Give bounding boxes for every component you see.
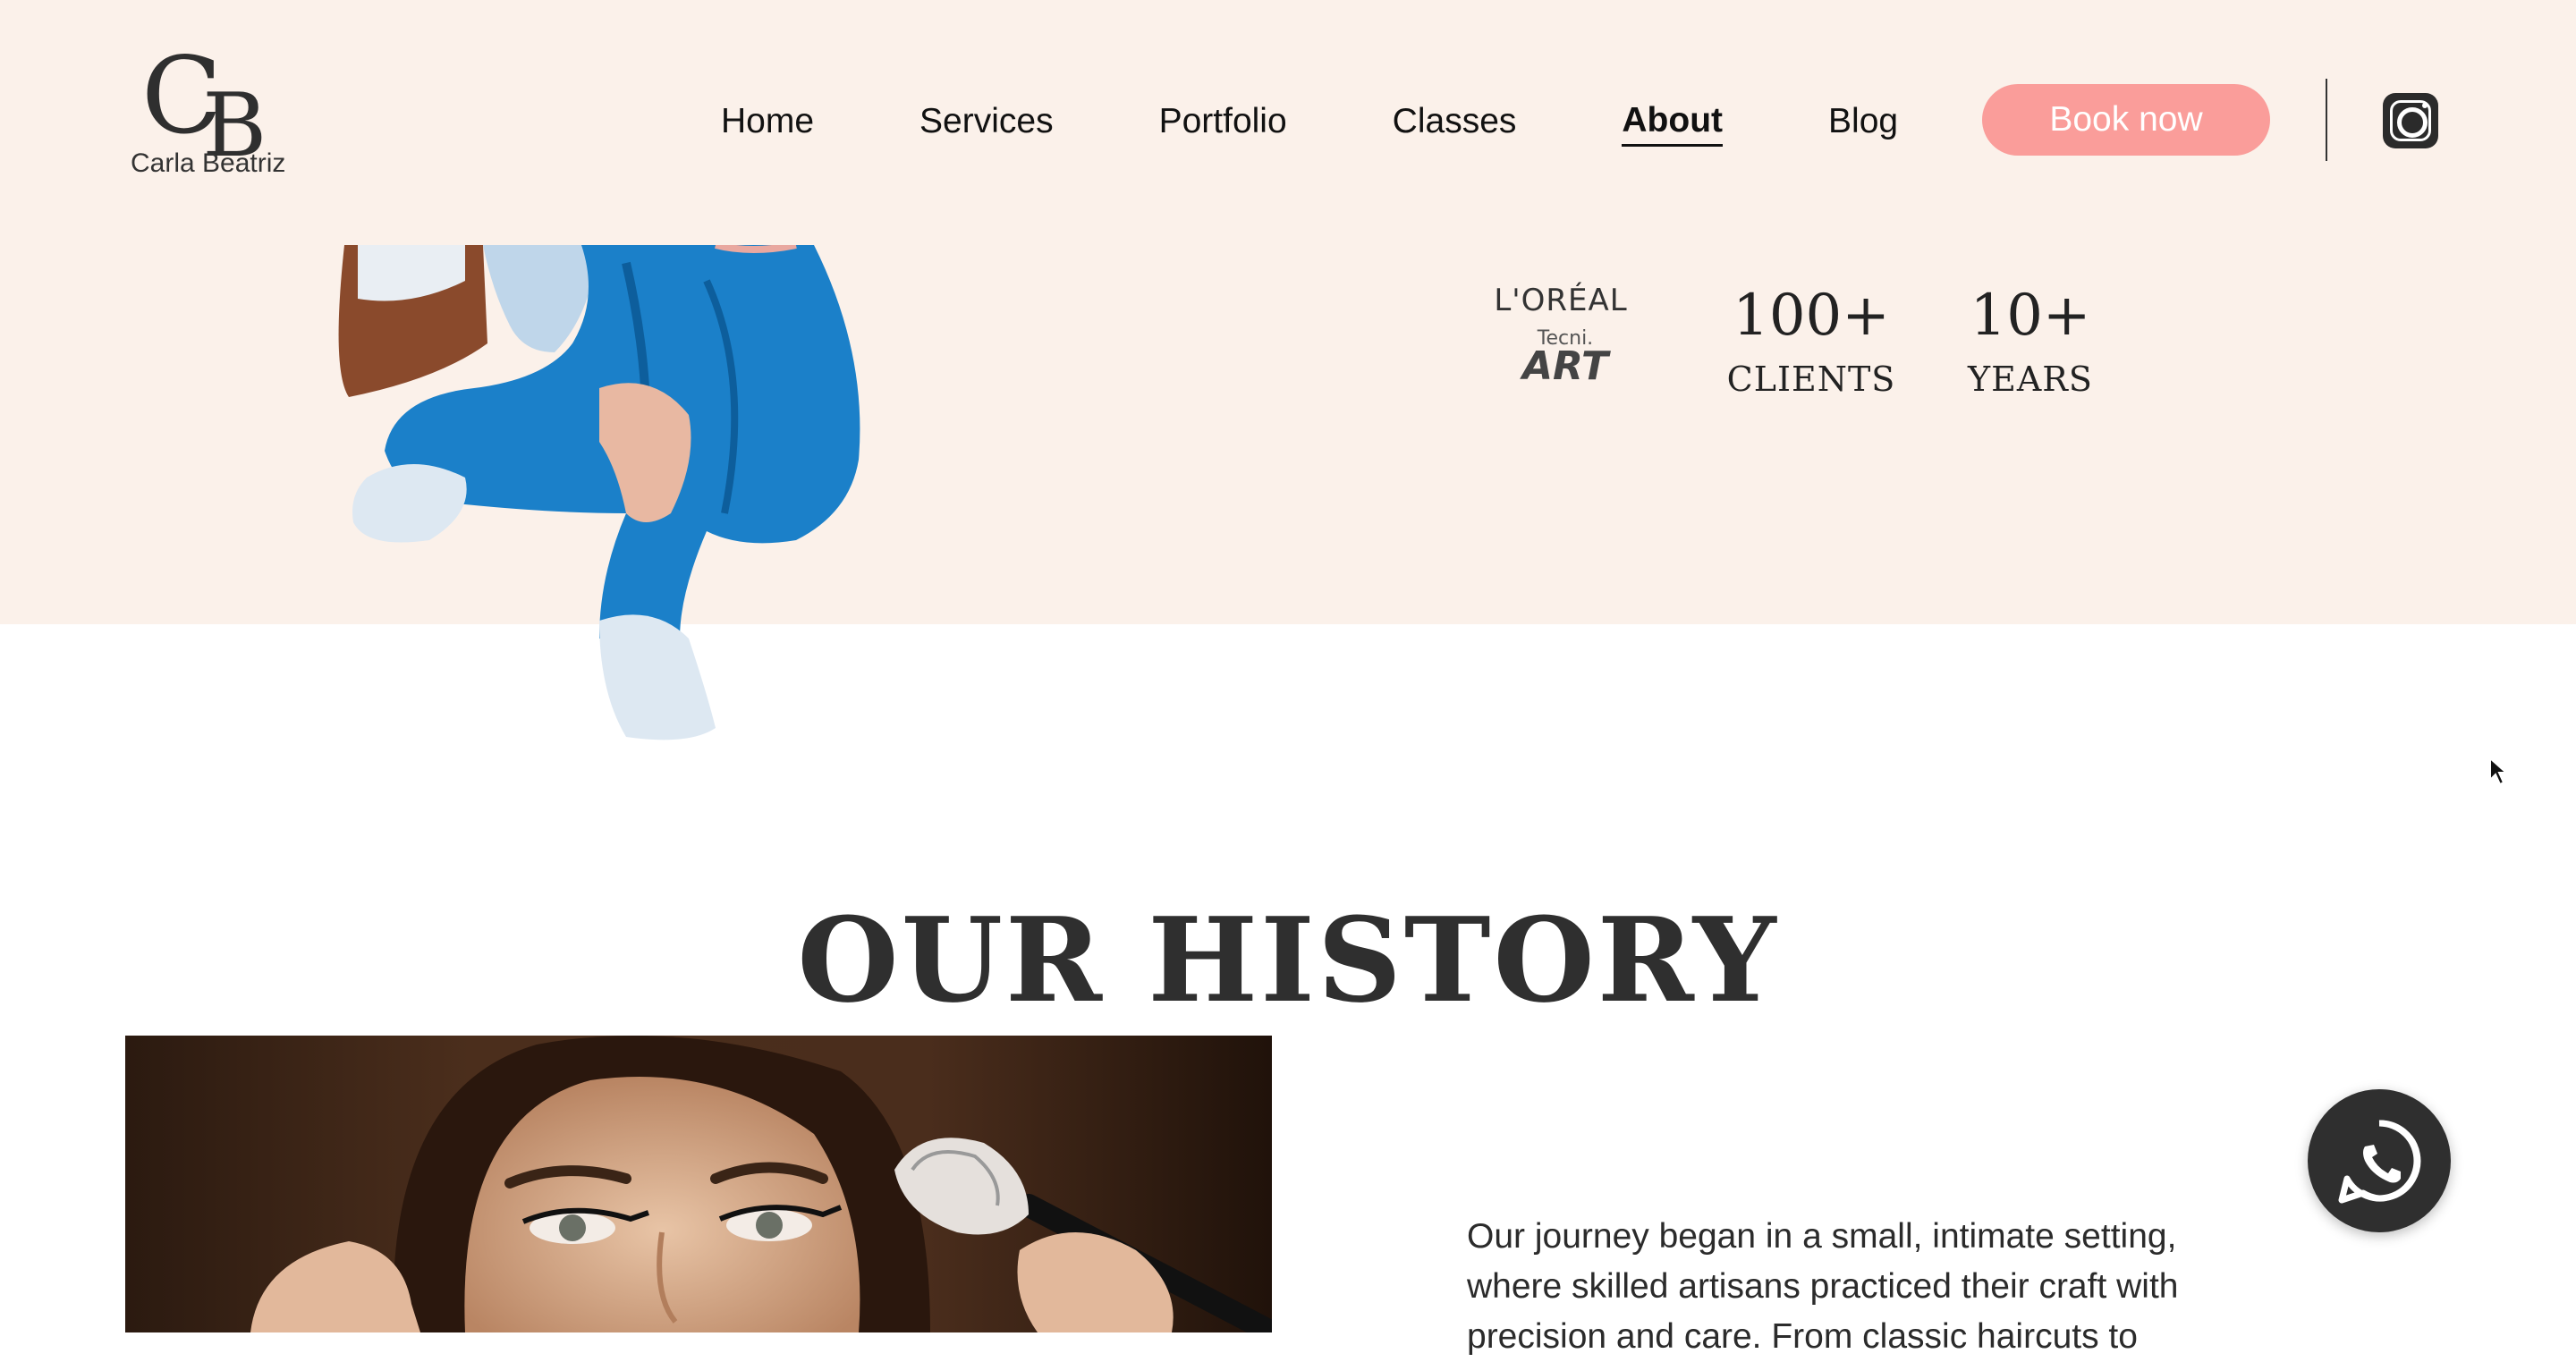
- stat-years-label: YEARS: [1968, 360, 2093, 399]
- instagram-icon-lens: [2397, 107, 2428, 138]
- loreal-logo: L'ORÉAL: [1494, 283, 1628, 318]
- stat-clients-value: 100+: [1733, 283, 1890, 349]
- site-header: CB Carla Beatriz Home Services Portfolio…: [0, 0, 2576, 245]
- nav-item-services[interactable]: Services: [919, 102, 1054, 145]
- history-title: OUR HISTORY: [797, 892, 1779, 1029]
- whatsapp-glyph: [2338, 1120, 2421, 1204]
- nav-item-blog[interactable]: Blog: [1828, 102, 1898, 145]
- brand-logo[interactable]: CB Carla Beatriz: [125, 43, 304, 186]
- history-paragraph: Our journey began in a small, intimate s…: [1467, 1217, 2179, 1356]
- mouse-cursor-icon: [2489, 757, 2509, 786]
- stat-clients-label: CLIENTS: [1726, 360, 1896, 399]
- monogram-c: C: [141, 34, 222, 157]
- nav-item-about[interactable]: About: [1622, 101, 1724, 147]
- stat-years-value: 10+: [1970, 283, 2091, 349]
- nav-item-portfolio[interactable]: Portfolio: [1159, 102, 1287, 145]
- main-nav: Home Services Portfolio Classes About Bl…: [721, 97, 1898, 150]
- nav-item-home[interactable]: Home: [721, 102, 814, 145]
- hero-person-image: [338, 245, 860, 740]
- nav-item-classes[interactable]: Classes: [1393, 102, 1517, 145]
- history-makeup-photo: [125, 1036, 1272, 1332]
- tecniart-logo-bottom: ART: [1522, 343, 1608, 389]
- whatsapp-icon[interactable]: [2308, 1089, 2451, 1232]
- brand-name: Carla Beatriz: [131, 148, 286, 178]
- instagram-icon-dot: [2422, 103, 2428, 108]
- instagram-icon[interactable]: [2383, 93, 2438, 148]
- brand-monogram: CB: [141, 43, 267, 170]
- header-divider: [2326, 79, 2327, 161]
- book-now-button[interactable]: Book now: [1982, 84, 2270, 156]
